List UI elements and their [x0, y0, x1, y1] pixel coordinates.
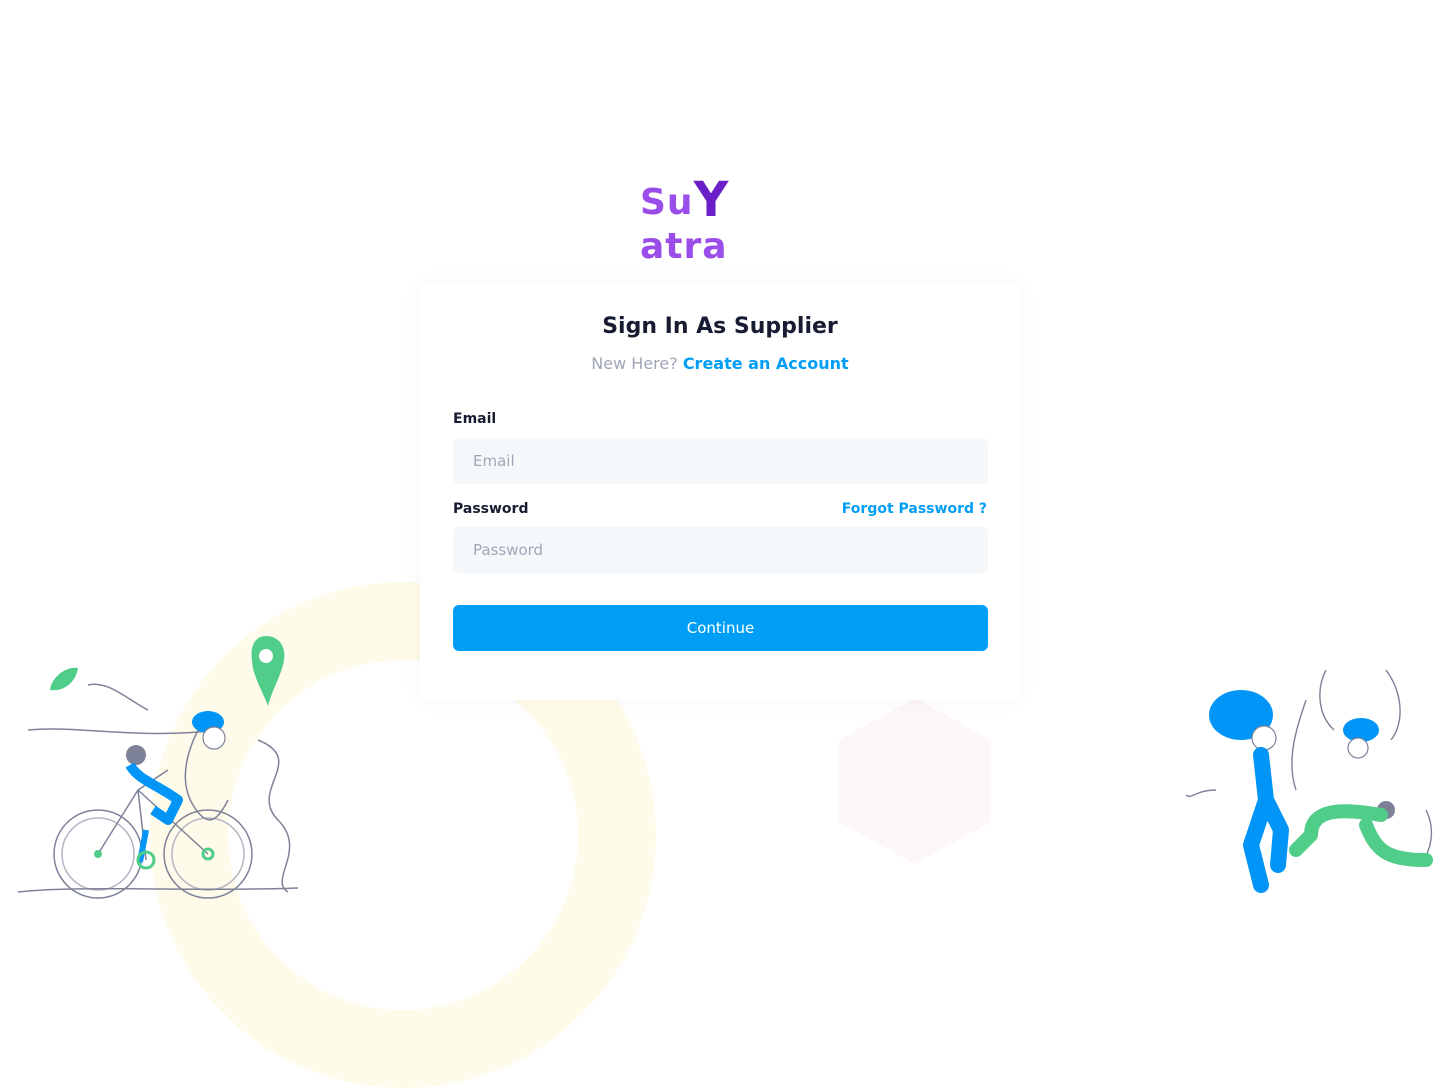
brand-logo: SuYatra: [640, 172, 800, 267]
email-field[interactable]: [453, 438, 988, 484]
page-title: Sign In As Supplier: [602, 314, 838, 339]
background-hexagon: [839, 698, 991, 864]
password-field[interactable]: [453, 527, 988, 573]
cyclists-illustration: [18, 636, 299, 899]
forgot-password-link[interactable]: Forgot Password ?: [842, 501, 987, 517]
email-label: Email: [453, 411, 497, 427]
location-pin-icon: [251, 636, 285, 706]
celebrating-people-illustration: [1186, 669, 1433, 893]
logo-text: SuYatra: [640, 171, 730, 267]
create-account-link[interactable]: Create an Account: [683, 354, 849, 373]
continue-button[interactable]: Continue: [453, 605, 988, 651]
new-here-text: New Here?: [591, 354, 678, 373]
signup-prompt: New Here? Create an Account: [420, 354, 1020, 373]
password-label: Password: [453, 501, 529, 517]
signin-card: Sign In As Supplier New Here? Create an …: [420, 284, 1020, 700]
leaf-icon: [50, 667, 78, 691]
